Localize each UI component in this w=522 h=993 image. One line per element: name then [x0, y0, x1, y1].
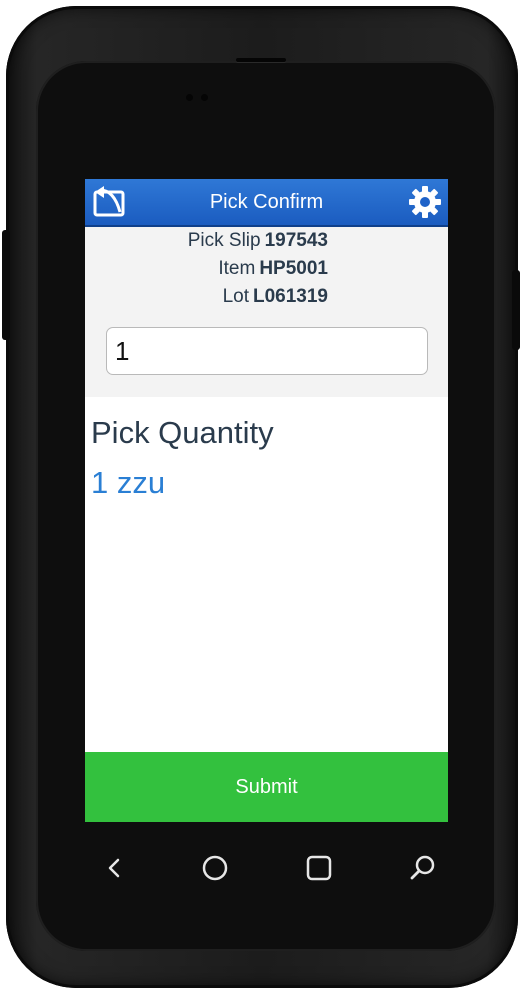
chevron-left-icon — [108, 858, 120, 878]
quantity-input[interactable] — [106, 327, 428, 375]
pick-quantity-value: 1 zzu — [91, 465, 166, 500]
recents-icon — [306, 855, 332, 881]
pick-slip-row: Pick Slip 197543 — [188, 230, 328, 252]
item-row: Item HP5001 — [218, 258, 328, 280]
side-button-right — [512, 270, 520, 350]
back-icon[interactable] — [92, 186, 128, 218]
search-icon — [410, 855, 435, 880]
device-frame: Pick Confirm Pick Slip 197543 Item HP500… — [0, 0, 522, 993]
lot-value: L061319 — [252, 286, 328, 307]
pick-slip-value: 197543 — [264, 230, 328, 251]
submit-button[interactable]: Submit — [85, 752, 448, 822]
nav-recents-button[interactable] — [289, 838, 349, 898]
nav-search-button[interactable] — [393, 838, 453, 898]
page-title: Pick Confirm — [209, 191, 324, 213]
app-screen: Pick Confirm Pick Slip 197543 Item HP500… — [85, 179, 448, 822]
earpiece-speaker — [236, 58, 286, 62]
item-label: Item — [218, 258, 256, 279]
lot-label: Lot — [222, 286, 249, 307]
home-icon — [202, 855, 228, 881]
lot-row: Lot L061319 — [223, 286, 328, 308]
item-value: HP5001 — [259, 258, 328, 279]
android-nav-bar — [85, 830, 448, 908]
side-button-left — [2, 230, 10, 340]
title-bar: Pick Confirm — [85, 179, 448, 227]
pick-quantity-label: Pick Quantity — [91, 415, 274, 450]
gear-icon[interactable] — [408, 185, 442, 219]
nav-back-button[interactable] — [85, 838, 145, 898]
front-sensor — [186, 94, 193, 101]
nav-home-button[interactable] — [185, 838, 245, 898]
pick-slip-label: Pick Slip — [187, 230, 261, 251]
front-sensor — [201, 94, 208, 101]
